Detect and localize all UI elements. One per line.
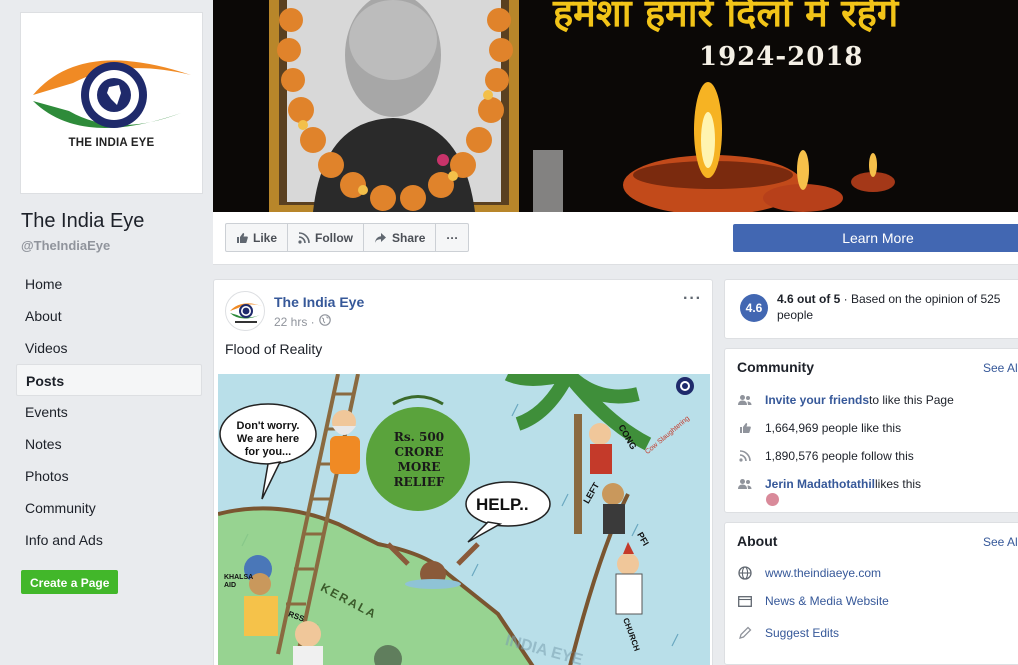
community-card: Community See All Invite your friends to… bbox=[724, 348, 1018, 513]
post-time-text: 22 hrs · bbox=[274, 314, 315, 329]
rating-score: 4.6 out of 5 bbox=[777, 292, 841, 306]
invite-friends-rest: to like this Page bbox=[869, 393, 954, 407]
rating-card: 4.6 4.6 out of 5 · Based on the opinion … bbox=[724, 279, 1018, 339]
about-card: About See All www.theindiaeye.com News &… bbox=[724, 522, 1018, 665]
nav-item-info-and-ads[interactable]: Info and Ads bbox=[16, 524, 202, 556]
people-icon bbox=[737, 478, 753, 490]
post-author-name[interactable]: The India Eye bbox=[274, 294, 364, 310]
friend-likes-row: Jerin Madathotathil likes this bbox=[737, 477, 921, 491]
globe-icon bbox=[737, 566, 753, 580]
logo-text: THE INDIA EYE bbox=[68, 137, 155, 149]
likes-count: 1,664,969 people like this bbox=[765, 421, 902, 435]
website-row: www.theindiaeye.com bbox=[737, 566, 881, 580]
nav-item-community[interactable]: Community bbox=[16, 492, 202, 524]
page-handle[interactable]: @TheIndiaEye bbox=[21, 238, 110, 253]
community-see-all-link[interactable]: See All bbox=[983, 361, 1018, 375]
friend-avatar[interactable] bbox=[765, 492, 780, 507]
likes-row: 1,664,969 people like this bbox=[737, 421, 901, 435]
follow-button[interactable]: Follow bbox=[288, 224, 365, 251]
follows-row: 1,890,576 people follow this bbox=[737, 449, 914, 463]
share-button[interactable]: Share bbox=[364, 224, 437, 251]
cartoon-help-text: HELP.. bbox=[476, 495, 529, 514]
suggest-edits-row: Suggest Edits bbox=[737, 626, 839, 640]
learn-more-button[interactable]: Learn More bbox=[733, 224, 1018, 252]
nav-item-notes[interactable]: Notes bbox=[16, 428, 202, 460]
share-label: Share bbox=[392, 230, 426, 245]
pencil-icon bbox=[737, 626, 753, 640]
post-author-avatar[interactable] bbox=[225, 291, 265, 331]
nav-item-photos[interactable]: Photos bbox=[16, 460, 202, 492]
post-card: The India Eye 22 hrs · ··· Flood of Real… bbox=[213, 279, 713, 665]
invite-friends-row: Invite your friends to like this Page bbox=[737, 393, 954, 407]
more-options-button[interactable]: ··· bbox=[436, 224, 468, 251]
cartoon-khalsa-label: KHALSA AID bbox=[224, 574, 253, 589]
post-text: Flood of Reality bbox=[225, 341, 323, 357]
rating-text[interactable]: 4.6 out of 5 · Based on the opinion of 5… bbox=[777, 291, 1017, 323]
people-icon bbox=[737, 394, 753, 406]
nav-item-events[interactable]: Events bbox=[16, 396, 202, 428]
page-action-buttons: Like Follow Share ··· bbox=[225, 223, 470, 252]
invite-friends-link[interactable]: Invite your friends bbox=[765, 393, 869, 407]
nav-item-home[interactable]: Home bbox=[16, 268, 202, 300]
thumbs-up-icon bbox=[236, 232, 248, 244]
rss-icon bbox=[298, 231, 310, 244]
create-page-button[interactable]: Create a Page bbox=[21, 570, 119, 594]
cover-years: 1924-2018 bbox=[699, 42, 864, 72]
india-eye-logo: THE INDIA EYE bbox=[21, 13, 202, 193]
rating-badge: 4.6 bbox=[740, 294, 768, 322]
cartoon-bubble-worry: Don't worry. We are here for you... bbox=[236, 420, 300, 458]
thumbs-up-icon bbox=[737, 422, 753, 434]
community-title: Community bbox=[737, 359, 814, 375]
friend-name-link[interactable]: Jerin Madathotathil bbox=[765, 477, 875, 491]
friend-likes-rest: likes this bbox=[875, 477, 922, 491]
post-timestamp[interactable]: 22 hrs · bbox=[274, 314, 331, 329]
about-title: About bbox=[737, 533, 778, 549]
post-cartoon-image[interactable]: Don't worry. We are here for you... Rs. … bbox=[218, 374, 710, 665]
follows-count: 1,890,576 people follow this bbox=[765, 449, 914, 463]
cover-photo[interactable]: हमेशा हमारे दिलों में रहेंगे 1924-2018 bbox=[213, 0, 1018, 212]
page-action-bar: Like Follow Share ··· Learn More bbox=[213, 212, 1018, 265]
category-row: News & Media Website bbox=[737, 594, 889, 608]
suggest-edits-link[interactable]: Suggest Edits bbox=[765, 626, 839, 640]
cartoon-illustration bbox=[218, 374, 710, 665]
nav-item-videos[interactable]: Videos bbox=[16, 332, 202, 364]
cartoon-sack-text: Rs. 500 CRORE MORE RELIEF bbox=[393, 430, 445, 489]
category-link[interactable]: News & Media Website bbox=[765, 594, 889, 608]
website-link[interactable]: www.theindiaeye.com bbox=[765, 566, 881, 580]
post-options-menu[interactable]: ··· bbox=[683, 290, 702, 308]
nav-item-about[interactable]: About bbox=[16, 300, 202, 332]
rss-icon bbox=[737, 450, 753, 462]
about-see-all-link[interactable]: See All bbox=[983, 535, 1018, 549]
profile-picture[interactable]: THE INDIA EYE bbox=[20, 12, 203, 194]
follow-label: Follow bbox=[315, 230, 354, 245]
share-arrow-icon bbox=[374, 232, 387, 244]
globe-icon bbox=[318, 314, 331, 329]
category-icon bbox=[737, 595, 753, 607]
like-button[interactable]: Like bbox=[226, 224, 289, 251]
left-nav: Home About Videos Posts Events Notes Pho… bbox=[16, 268, 202, 556]
page-name[interactable]: The India Eye bbox=[21, 210, 144, 233]
cover-hindi-text: हमेशा हमारे दिलों में रहेंगे bbox=[553, 0, 899, 35]
like-label: Like bbox=[253, 230, 278, 245]
nav-item-posts[interactable]: Posts bbox=[16, 364, 202, 396]
